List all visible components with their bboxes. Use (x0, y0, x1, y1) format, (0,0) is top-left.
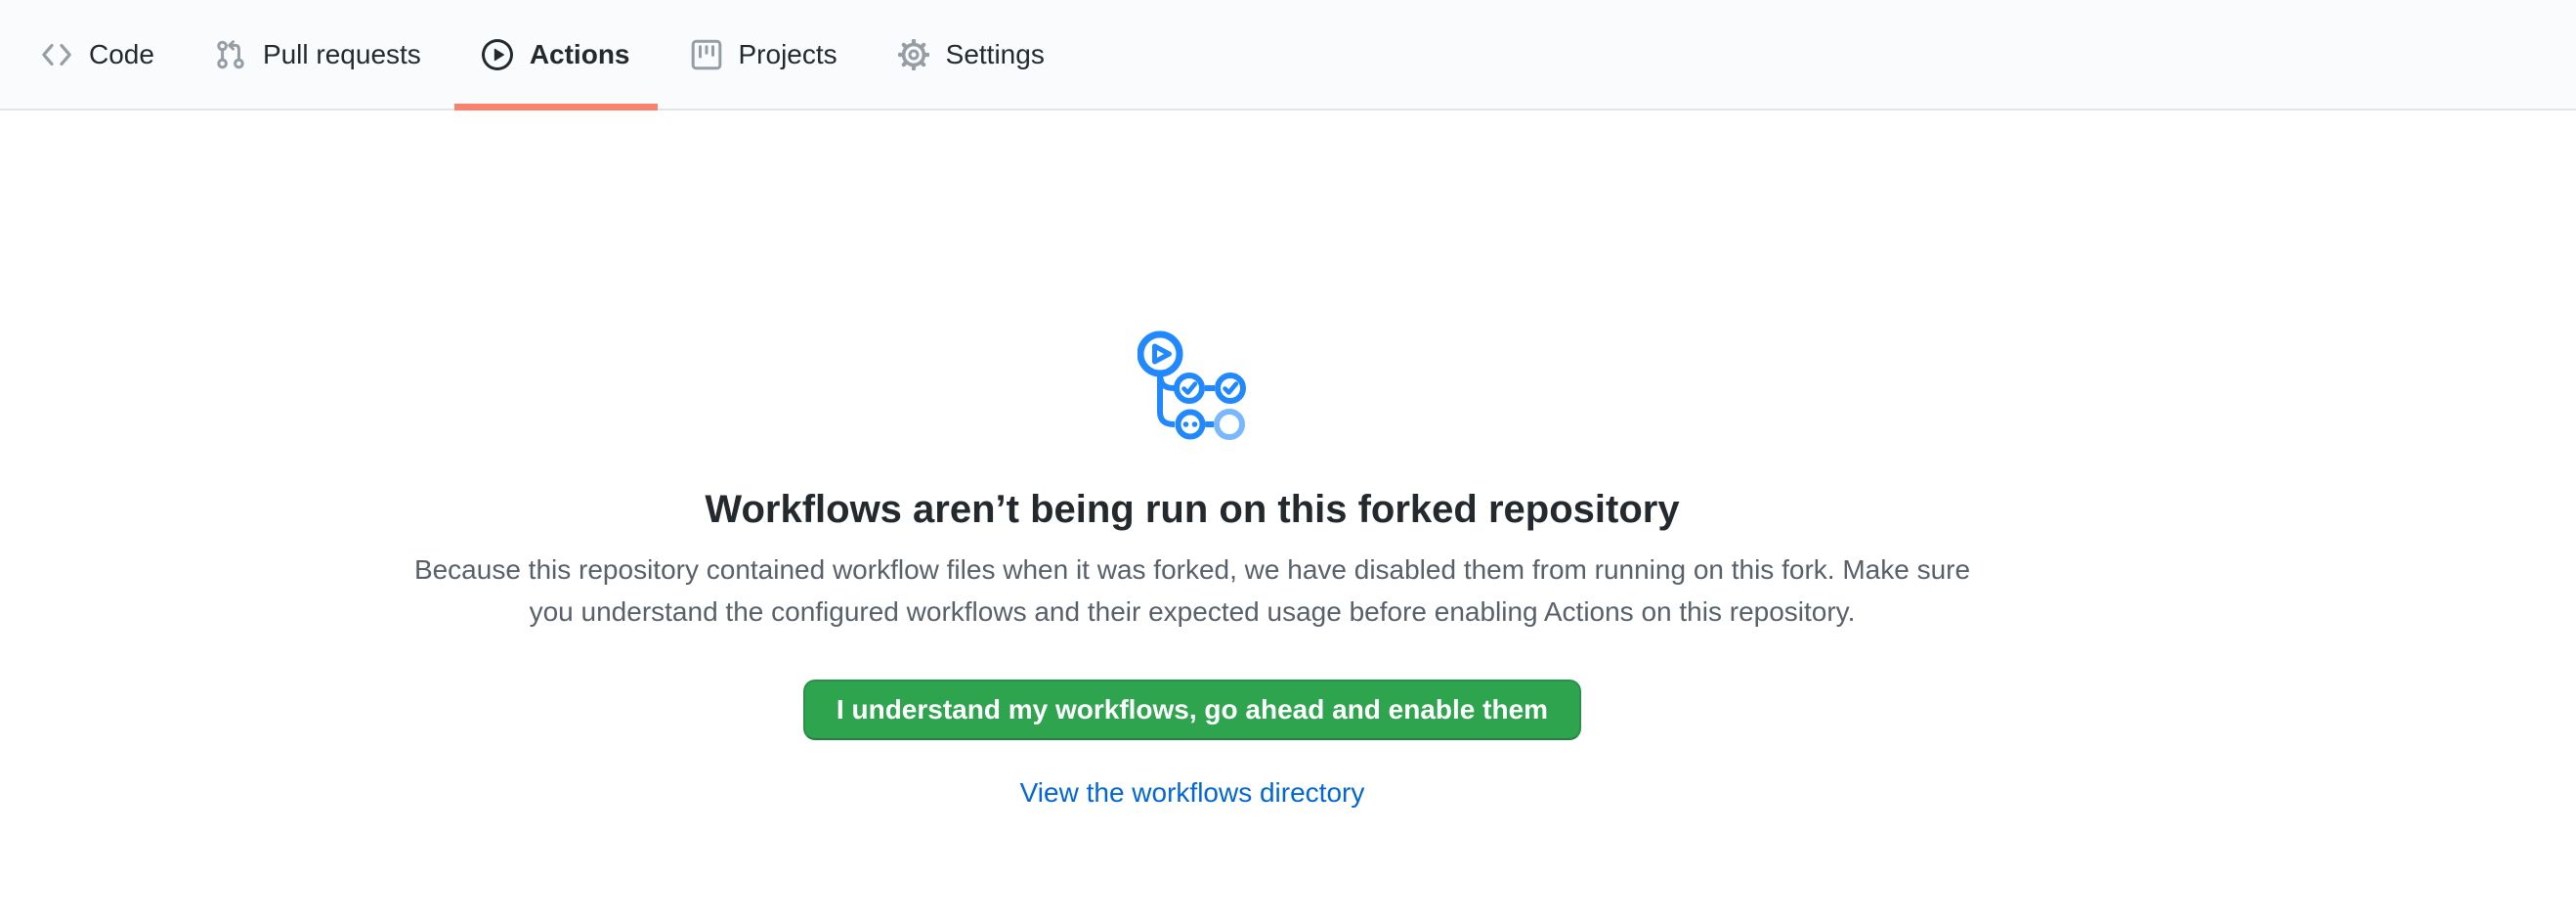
workflow-graph-icon (1138, 330, 1247, 441)
tab-label: Pull requests (263, 41, 421, 68)
repo-nav: Code Pull requests Actions (0, 0, 2576, 110)
tab-projects[interactable]: Projects (664, 0, 865, 109)
project-board-icon (691, 39, 722, 70)
tab-code[interactable]: Code (14, 0, 182, 109)
code-icon (41, 39, 72, 70)
tab-label: Projects (739, 41, 837, 68)
gear-icon (898, 39, 929, 70)
enable-workflows-button[interactable]: I understand my workflows, go ahead and … (803, 680, 1581, 740)
git-pull-request-icon (215, 39, 246, 70)
tab-label: Actions (530, 41, 630, 68)
play-circle-icon (482, 39, 513, 70)
tab-label: Code (89, 41, 154, 68)
tab-label: Settings (946, 41, 1045, 68)
blankslate-description: Because this repository contained workfl… (404, 549, 1982, 633)
actions-blankslate: Workflows aren’t being run on this forke… (0, 110, 2384, 809)
tab-settings[interactable]: Settings (871, 0, 1072, 109)
tab-actions[interactable]: Actions (454, 0, 658, 109)
blankslate-heading: Workflows aren’t being run on this forke… (705, 484, 1679, 535)
tab-pull-requests[interactable]: Pull requests (188, 0, 449, 109)
view-workflows-directory-link[interactable]: View the workflows directory (1020, 777, 1365, 809)
